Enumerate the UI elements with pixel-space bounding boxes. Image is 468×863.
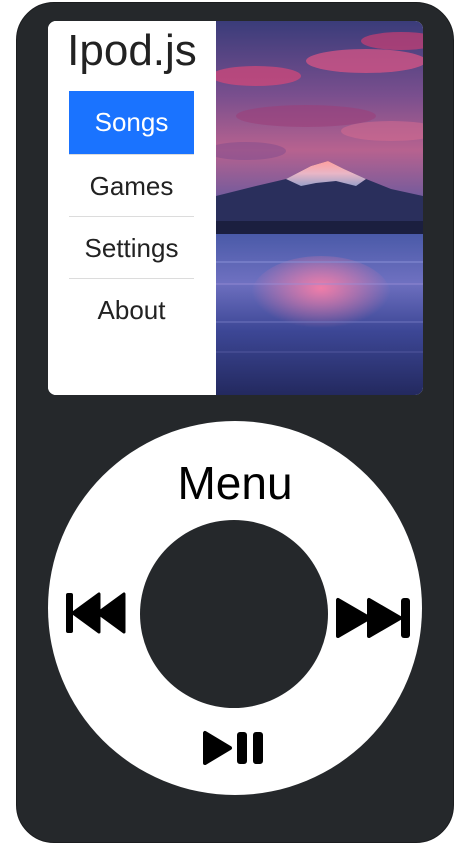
- menu-button[interactable]: Menu: [48, 457, 422, 509]
- menu-list: Songs Games Settings About: [69, 91, 194, 340]
- menu-item-settings[interactable]: Settings: [69, 216, 194, 278]
- menu-item-songs[interactable]: Songs: [69, 91, 194, 154]
- play-pause-icon: [203, 731, 263, 765]
- select-button[interactable]: [140, 520, 328, 708]
- ipod-screen: Ipod.js Songs Games Settings About: [48, 21, 423, 395]
- skip-previous-icon: [66, 592, 126, 634]
- skip-next-icon: [336, 598, 410, 638]
- skip-next-button[interactable]: [335, 597, 413, 639]
- menu-panel: Ipod.js Songs Games Settings About: [48, 21, 216, 395]
- play-pause-button[interactable]: [202, 730, 268, 766]
- app-title: Ipod.js: [67, 26, 197, 75]
- skip-previous-button[interactable]: [66, 592, 126, 634]
- click-wheel[interactable]: Menu: [48, 421, 422, 795]
- menu-item-games[interactable]: Games: [69, 154, 194, 216]
- wallpaper-image: [216, 21, 423, 395]
- menu-item-about[interactable]: About: [69, 278, 194, 340]
